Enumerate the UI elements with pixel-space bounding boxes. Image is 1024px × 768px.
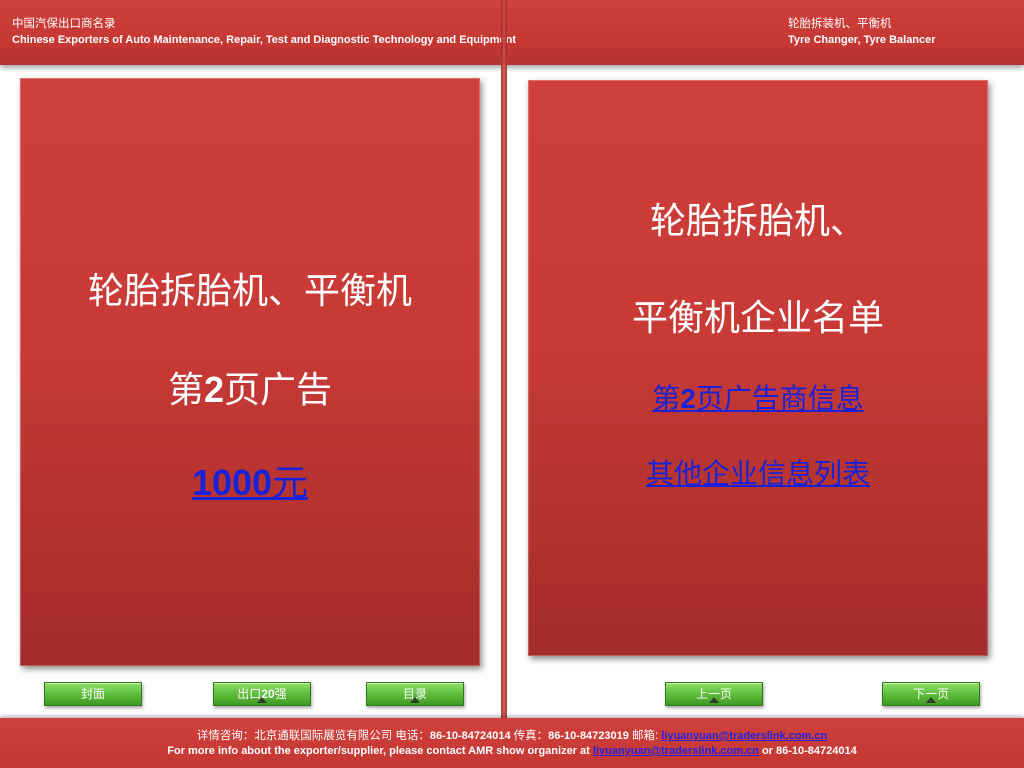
advertiser-link-number: 2 [680,383,696,414]
header-category-en: Tyre Changer, Tyre Balancer [788,34,936,46]
left-ad-panel: 轮胎拆胎机、平衡机 第2页广告 1000元 [20,78,480,666]
footer-bar: 详情咨询：北京通联国际展览有限公司 电话：86-10-84724014 传真：8… [0,718,1024,768]
top20-exporters-button[interactable]: 出口20强 [213,682,311,706]
ad-page-prefix: 第 [167,370,204,411]
page-spine-divider [501,0,507,718]
footer-tel-label: 电话： [395,730,430,742]
right-list-panel: 轮胎拆胎机、 平衡机企业名单 第2页广告商信息 其他企业信息列表 [528,80,988,656]
ad-price-link[interactable]: 1000元 [191,462,309,504]
other-companies-line: 其他企业信息列表 [528,452,988,492]
top20-suffix: 强 [274,687,287,701]
up-arrow-icon [257,697,267,703]
contents-button[interactable]: 目录 [366,682,464,706]
ad-price-number: 1000 [191,462,273,503]
header-title-en: Chinese Exporters of Auto Maintenance, R… [12,34,517,46]
next-page-button[interactable]: 下一页 [882,682,980,706]
right-panel-heading-line2: 平衡机企业名单 [631,298,884,339]
other-companies-link[interactable]: 其他企业信息列表 [646,457,870,490]
advertiser-link-prefix: 第 [652,382,681,415]
footer-email-link-en[interactable]: liyuanyuan@traderslink.com.cn [593,745,759,757]
footer-fax-label: 传真： [513,730,549,742]
cover-button-label: 封面 [80,687,105,701]
ad-page-number: 2 [203,369,225,410]
footer-contact-cn: 详情咨询：北京通联国际展览有限公司 电话：86-10-84724014 传真：8… [0,727,1024,743]
right-panel-heading-line1: 轮胎拆胎机、 [649,201,866,242]
ad-price-line: 1000元 [20,454,480,506]
ad-page-suffix: 页广告 [224,370,333,411]
footer-en-text: For more info about the exporter/supplie… [167,745,590,757]
header-title-cn: 中国汽保出口商名录 [12,18,116,30]
ad-page-label: 第2页广告 [20,361,480,413]
footer-email-label: 邮箱: [631,730,659,742]
footer-company-label: 详情咨询：北京通联国际展览有限公司 [196,730,393,742]
advertiser-info-line: 第2页广告商信息 [528,377,988,417]
up-arrow-icon [926,697,936,703]
up-arrow-icon [709,697,719,703]
footer-tel: 86-10-84724014 [429,730,511,742]
header-category-cn: 轮胎拆装机、平衡机 [788,18,892,30]
header-bar: 中国汽保出口商名录 Chinese Exporters of Auto Main… [0,0,1024,65]
cover-button[interactable]: 封面 [44,682,142,706]
previous-page-button[interactable]: 上一页 [665,682,763,706]
advertiser-link-suffix: 页广告商信息 [695,382,864,415]
advertiser-info-link[interactable]: 第2页广告商信息 [652,382,864,415]
footer-contact-en: For more info about the exporter/supplie… [0,745,1024,757]
footer-fax: 86-10-84723019 [548,730,629,742]
ad-price-unit: 元 [272,463,309,504]
left-panel-heading: 轮胎拆胎机、平衡机 [87,271,412,312]
footer-email-link-cn[interactable]: liyuanyuan@traderslink.com.cn [661,730,827,742]
footer-en-phone: or 86-10-84724014 [761,745,857,757]
up-arrow-icon [410,697,420,703]
